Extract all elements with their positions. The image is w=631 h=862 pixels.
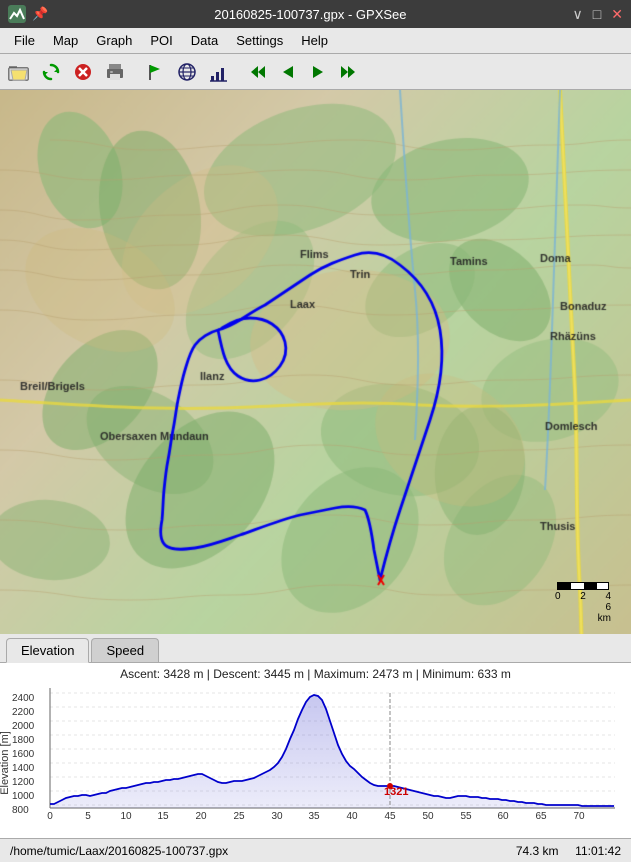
tab-bar: Elevation Speed [0, 634, 631, 663]
first-icon [249, 63, 267, 81]
svg-text:1600: 1600 [12, 749, 35, 760]
svg-text:1400: 1400 [12, 763, 35, 774]
waypoints-button[interactable] [140, 58, 170, 86]
svg-text:5: 5 [85, 811, 91, 821]
map-source-button[interactable] [172, 58, 202, 86]
print-button[interactable] [100, 58, 130, 86]
title-bar: 📌 20160825-100737.gpx - GPXSee ∨ □ ✕ [0, 0, 631, 28]
svg-text:65: 65 [535, 811, 547, 821]
svg-text:2200: 2200 [12, 707, 35, 718]
svg-text:40: 40 [346, 811, 358, 821]
bottom-section: Elevation Speed Ascent: 3428 m | Descent… [0, 634, 631, 838]
svg-text:50: 50 [422, 811, 434, 821]
menu-map[interactable]: Map [45, 30, 86, 51]
close-button[interactable]: ✕ [611, 6, 623, 23]
status-bar: /home/tumic/Laax/20160825-100737.gpx 74.… [0, 838, 631, 862]
menu-file[interactable]: File [6, 30, 43, 51]
last-icon [339, 63, 357, 81]
svg-text:2400: 2400 [12, 693, 35, 704]
menu-settings[interactable]: Settings [228, 30, 291, 51]
menu-poi[interactable]: POI [142, 30, 180, 51]
svg-text:15: 15 [157, 811, 169, 821]
map-canvas [0, 90, 631, 634]
print-icon [105, 62, 125, 82]
prev-track-button[interactable] [274, 58, 302, 86]
scale-bar: 0 2 4 6 km [555, 582, 611, 624]
next-track-button[interactable] [304, 58, 332, 86]
time-value: 11:01:42 [575, 844, 621, 858]
tab-speed[interactable]: Speed [91, 638, 159, 662]
chart-icon [209, 62, 229, 82]
maximize-button[interactable]: □ [593, 6, 601, 23]
svg-text:55: 55 [460, 811, 472, 821]
graph-svg-container: 2400 2200 2000 1800 1600 1400 1200 1000 … [0, 683, 631, 823]
open-icon [8, 62, 30, 82]
reload-button[interactable] [36, 58, 66, 86]
scale-label-2: 2 [580, 591, 586, 602]
svg-text:1000: 1000 [12, 791, 35, 802]
distance-display: 74.3 km 11:01:42 [516, 844, 621, 858]
svg-text:Elevation [m]: Elevation [m] [0, 731, 11, 795]
tab-elevation[interactable]: Elevation [6, 638, 89, 663]
last-track-button[interactable] [334, 58, 362, 86]
scale-label-4: 4 [605, 591, 611, 602]
menu-graph[interactable]: Graph [88, 30, 140, 51]
first-track-button[interactable] [244, 58, 272, 86]
prev-icon [279, 63, 297, 81]
window-controls: ∨ □ ✕ [573, 6, 623, 23]
svg-text:70: 70 [573, 811, 585, 821]
scale-unit: km [598, 613, 611, 624]
graph-stats: Ascent: 3428 m | Descent: 3445 m | Maxim… [0, 663, 631, 683]
minimize-button[interactable]: ∨ [573, 6, 583, 23]
svg-text:10: 10 [120, 811, 132, 821]
svg-text:2000: 2000 [12, 721, 35, 732]
app-icon [8, 5, 26, 23]
title-bar-left: 📌 [8, 5, 48, 23]
map-area[interactable]: 0 2 4 6 km [0, 90, 631, 634]
svg-text:1200: 1200 [12, 777, 35, 788]
pin-icon: 📌 [32, 6, 48, 22]
file-path: /home/tumic/Laax/20160825-100737.gpx [10, 844, 228, 858]
scale-label-0: 0 [555, 591, 561, 602]
svg-text:0: 0 [47, 811, 53, 821]
svg-text:25: 25 [233, 811, 245, 821]
svg-text:45: 45 [384, 811, 396, 821]
svg-text:1800: 1800 [12, 735, 35, 746]
menu-data[interactable]: Data [183, 30, 226, 51]
window-title: 20160825-100737.gpx - GPXSee [48, 7, 572, 22]
graph-area: Ascent: 3428 m | Descent: 3445 m | Maxim… [0, 663, 631, 838]
flag-icon [145, 62, 165, 82]
close-icon [73, 62, 93, 82]
distance-value: 74.3 km [516, 844, 559, 858]
elevation-chart: 2400 2200 2000 1800 1600 1400 1200 1000 … [0, 683, 631, 821]
globe-icon [177, 62, 197, 82]
svg-text:60: 60 [497, 811, 509, 821]
open-button[interactable] [4, 58, 34, 86]
reload-icon [41, 62, 61, 82]
menu-bar: File Map Graph POI Data Settings Help [0, 28, 631, 54]
svg-text:800: 800 [12, 805, 29, 816]
elevation-graph-button[interactable] [204, 58, 234, 86]
svg-text:30: 30 [271, 811, 283, 821]
svg-text:20: 20 [195, 811, 207, 821]
svg-text:35: 35 [308, 811, 320, 821]
menu-help[interactable]: Help [293, 30, 336, 51]
scale-label-6: 6 [605, 602, 611, 613]
close-file-button[interactable] [68, 58, 98, 86]
toolbar [0, 54, 631, 90]
next-icon [309, 63, 327, 81]
